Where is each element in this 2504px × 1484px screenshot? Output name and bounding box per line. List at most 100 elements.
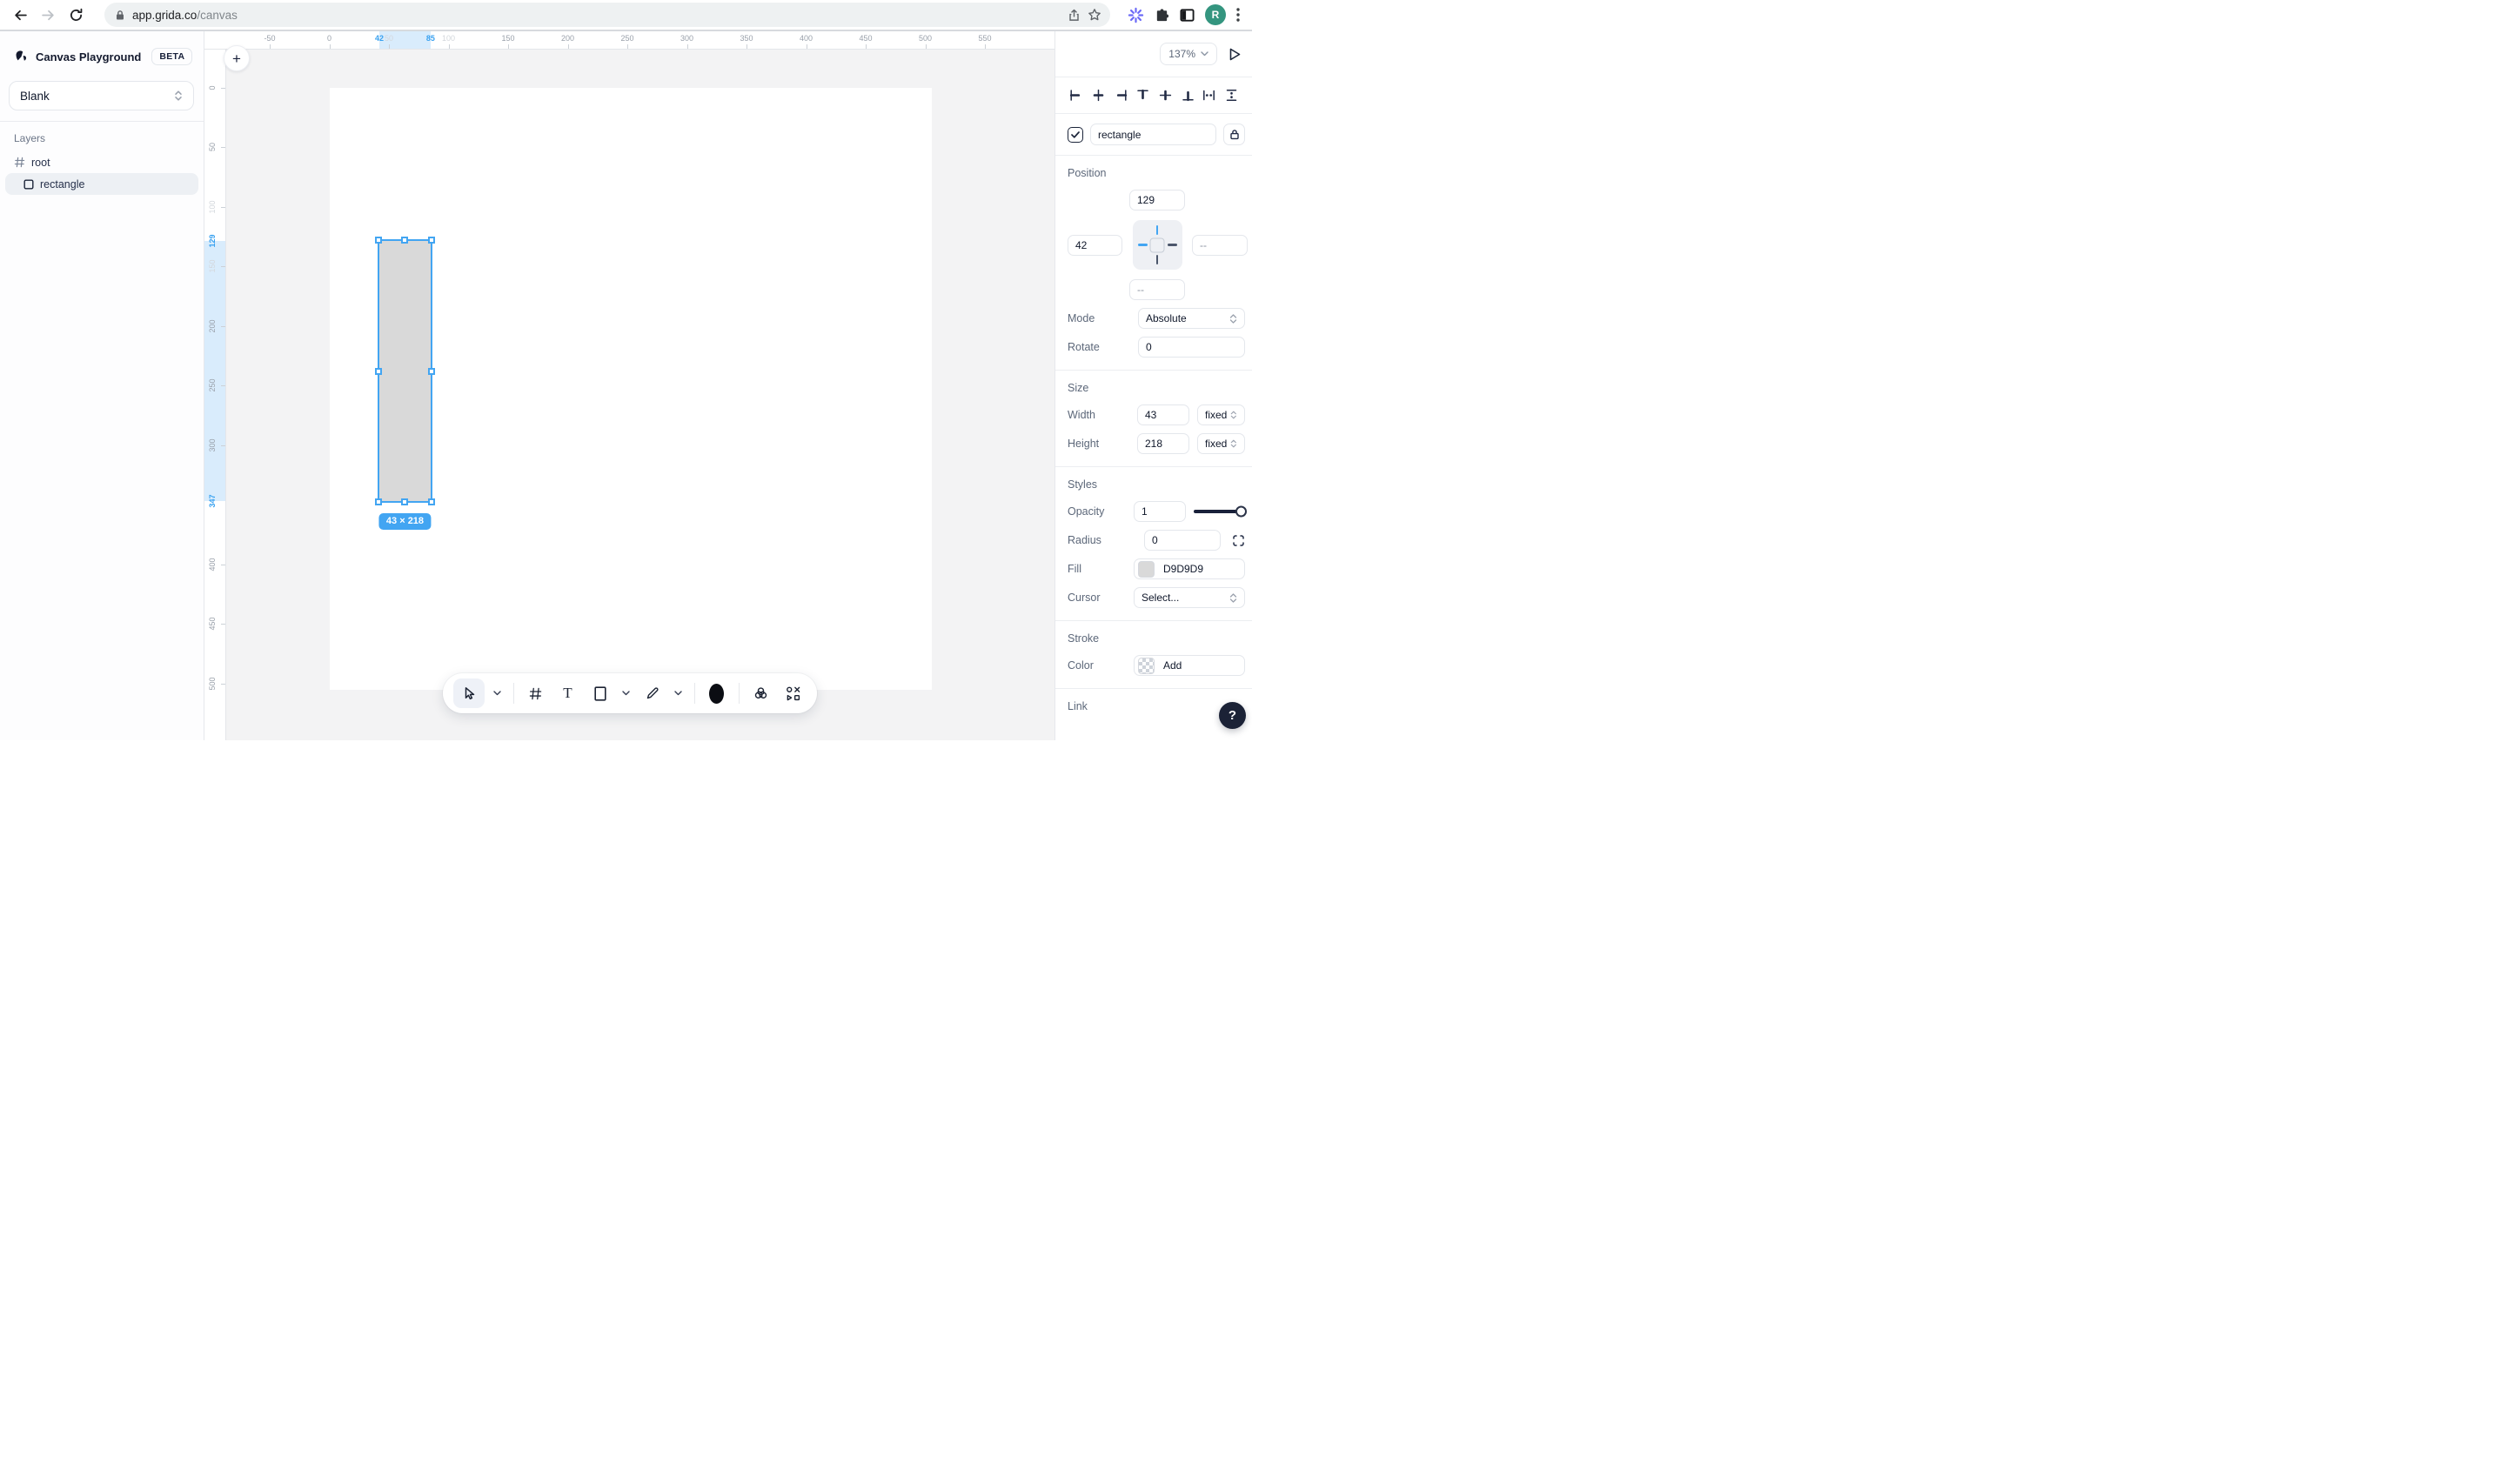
- corner-radius-icon[interactable]: [1232, 534, 1245, 547]
- fill-button[interactable]: D9D9D9: [1134, 558, 1245, 579]
- rectangle-tool-button[interactable]: [587, 678, 613, 708]
- bookmark-star-icon[interactable]: [1088, 8, 1101, 22]
- align-vertical-center-button[interactable]: [1156, 86, 1175, 104]
- shapes-library-button[interactable]: [780, 678, 807, 708]
- color-swatch-button[interactable]: [704, 678, 730, 708]
- anchor-bottom-tick[interactable]: [1156, 255, 1159, 264]
- resize-handle[interactable]: [428, 498, 435, 505]
- cursor-select[interactable]: Select...: [1134, 587, 1245, 608]
- browser-menu-icon[interactable]: [1236, 8, 1240, 22]
- resize-handle[interactable]: [428, 368, 435, 375]
- template-select-value: Blank: [20, 90, 50, 103]
- forward-icon[interactable]: [37, 3, 59, 26]
- h-ruler-label: 400: [800, 34, 813, 43]
- extensions-puzzle-icon[interactable]: [1155, 8, 1169, 23]
- resize-handle[interactable]: [375, 237, 382, 244]
- openai-assistant-button[interactable]: [748, 678, 774, 708]
- text-tool-button[interactable]: T: [555, 678, 581, 708]
- align-top-button[interactable]: [1134, 86, 1152, 104]
- resize-handle[interactable]: [375, 368, 382, 375]
- anchor-center[interactable]: [1150, 237, 1165, 252]
- lock-icon: [1229, 129, 1240, 140]
- mode-select[interactable]: Absolute: [1138, 308, 1245, 329]
- address-bar[interactable]: app.grida.co/canvas: [104, 3, 1110, 27]
- profile-avatar[interactable]: R: [1205, 4, 1226, 25]
- rotate-input[interactable]: 0: [1138, 337, 1245, 358]
- layer-item-label: rectangle: [40, 178, 84, 191]
- distribute-horizontal-button[interactable]: [1200, 86, 1218, 104]
- h-ruler-label: 42: [375, 34, 384, 43]
- selected-rectangle[interactable]: [378, 239, 432, 503]
- size-header: Size: [1068, 382, 1245, 394]
- cursor-tool-button[interactable]: [453, 678, 485, 708]
- chevron-updown-icon: [1229, 313, 1237, 324]
- pen-tool-button[interactable]: [639, 678, 666, 708]
- width-mode-select[interactable]: fixed: [1197, 404, 1245, 425]
- ruler-tick: [449, 44, 450, 49]
- help-button[interactable]: ?: [1219, 702, 1246, 729]
- h-ruler-label: 300: [680, 34, 693, 43]
- visibility-checkbox[interactable]: [1068, 127, 1083, 143]
- frame-tool-button[interactable]: [523, 678, 549, 708]
- position-left-input[interactable]: 42: [1068, 235, 1122, 256]
- radius-input[interactable]: 0: [1144, 530, 1221, 551]
- position-right-input[interactable]: --: [1192, 235, 1248, 256]
- ruler-tick: [985, 44, 986, 49]
- align-right-button[interactable]: [1112, 86, 1130, 104]
- layer-name-input[interactable]: rectangle: [1090, 124, 1216, 145]
- shape-tool-dropdown[interactable]: [619, 678, 633, 708]
- share-icon[interactable]: [1068, 9, 1081, 22]
- stroke-add-button[interactable]: Add: [1134, 655, 1245, 676]
- stroke-header: Stroke: [1068, 632, 1245, 645]
- extension-burst-icon[interactable]: [1128, 7, 1144, 23]
- opacity-input[interactable]: 1: [1134, 501, 1186, 522]
- mode-value: Absolute: [1146, 312, 1187, 324]
- position-header: Position: [1068, 167, 1245, 179]
- align-left-button[interactable]: [1067, 86, 1085, 104]
- anchor-top-tick[interactable]: [1156, 225, 1159, 235]
- position-top-input[interactable]: 129: [1129, 190, 1185, 211]
- rotate-label: Rotate: [1068, 341, 1100, 353]
- reload-icon[interactable]: [64, 3, 87, 26]
- zoom-level-select[interactable]: 137%: [1160, 43, 1217, 65]
- distribute-vertical-button[interactable]: [1222, 86, 1241, 104]
- anchor-right-tick[interactable]: [1168, 244, 1177, 246]
- opacity-slider-knob[interactable]: [1235, 506, 1247, 518]
- width-input[interactable]: 43: [1137, 404, 1189, 425]
- align-horizontal-center-button[interactable]: [1089, 86, 1108, 104]
- layer-item-root[interactable]: root: [5, 151, 198, 173]
- ruler-tick: [687, 44, 688, 49]
- toolbar-divider: [513, 683, 514, 704]
- ruler-tick: [221, 207, 225, 208]
- lock-button[interactable]: [1223, 124, 1245, 145]
- add-canvas-button[interactable]: +: [224, 45, 250, 71]
- pen-tool-dropdown[interactable]: [672, 678, 686, 708]
- ruler-tick: [221, 147, 225, 148]
- position-anchor-widget[interactable]: [1133, 220, 1182, 270]
- position-bottom-input[interactable]: --: [1129, 279, 1185, 300]
- align-bottom-button[interactable]: [1179, 86, 1197, 104]
- ruler-tick: [270, 44, 271, 49]
- cursor-tool-dropdown[interactable]: [491, 678, 505, 708]
- resize-handle[interactable]: [401, 237, 408, 244]
- stroke-add-label: Add: [1163, 659, 1182, 672]
- anchor-left-tick[interactable]: [1138, 244, 1148, 246]
- play-button[interactable]: [1228, 47, 1242, 62]
- side-panel-icon[interactable]: [1180, 8, 1195, 23]
- opacity-slider[interactable]: [1194, 506, 1245, 517]
- height-label: Height: [1068, 438, 1099, 450]
- height-mode-select[interactable]: fixed: [1197, 433, 1245, 454]
- ruler-tick: [221, 88, 225, 89]
- ruler-tick: [221, 624, 225, 625]
- height-input[interactable]: 218: [1137, 433, 1189, 454]
- layer-item-rectangle[interactable]: rectangle: [5, 173, 198, 195]
- resize-handle[interactable]: [401, 498, 408, 505]
- template-select[interactable]: Blank: [9, 81, 194, 110]
- resize-handle[interactable]: [428, 237, 435, 244]
- canvas-toolbar: T: [443, 673, 817, 713]
- canvas-viewport[interactable]: -500425085100150200250300350400450500550…: [204, 31, 1054, 740]
- back-icon[interactable]: [9, 3, 31, 26]
- h-ruler-label: -50: [264, 34, 275, 43]
- resize-handle[interactable]: [375, 498, 382, 505]
- chevron-updown-icon: [1229, 592, 1237, 604]
